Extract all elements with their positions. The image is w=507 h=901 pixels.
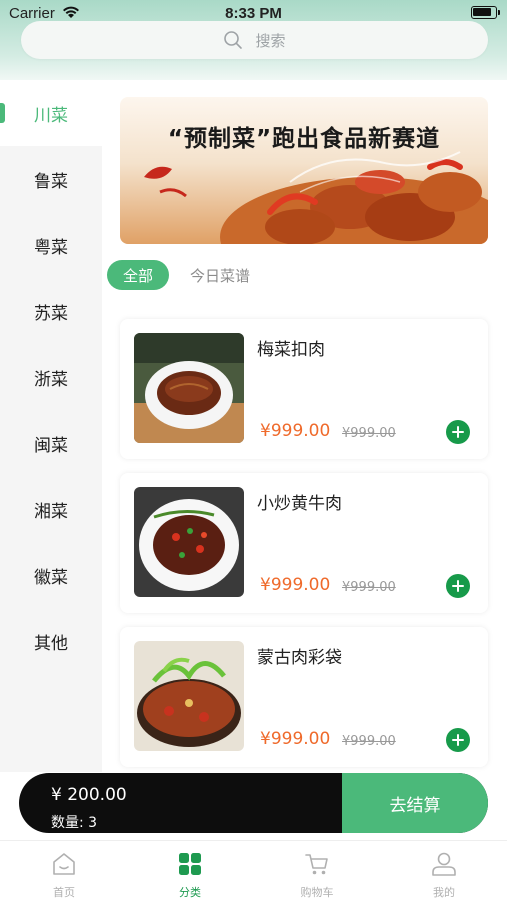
sidebar-item-label: 其他	[34, 633, 68, 654]
tab-label: 首页	[53, 886, 75, 899]
sidebar-item-zhe[interactable]: 浙菜	[0, 344, 102, 410]
product-image	[134, 641, 244, 751]
tab-profile[interactable]: 我的	[381, 841, 507, 901]
home-icon	[53, 853, 75, 875]
sidebar-item-min[interactable]: 闽菜	[0, 410, 102, 476]
sidebar-item-hui[interactable]: 徽菜	[0, 542, 102, 608]
sidebar-item-label: 鲁菜	[34, 171, 68, 192]
sidebar-item-label: 苏菜	[34, 303, 68, 324]
add-to-cart-button[interactable]	[446, 420, 470, 444]
product-card[interactable]: 梅菜扣肉 ¥999.00 ¥999.00	[120, 319, 488, 459]
product-image	[134, 487, 244, 597]
plus-icon	[452, 426, 464, 438]
checkout-bar: ¥ 200.00 数量: 3 去结算	[19, 773, 488, 833]
tab-label: 分类	[179, 886, 201, 899]
sidebar-item-label: 闽菜	[34, 435, 68, 456]
sidebar-item-other[interactable]: 其他	[0, 608, 102, 674]
status-time: 8:33 PM	[225, 5, 282, 22]
header: Carrier 8:33 PM 搜索	[0, 0, 507, 80]
sidebar-item-label: 浙菜	[34, 369, 68, 390]
tab-home[interactable]: 首页	[1, 841, 127, 901]
sidebar-item-label: 湘菜	[34, 501, 68, 522]
tab-label: 我的	[433, 886, 455, 899]
search-input[interactable]: 搜索	[21, 21, 488, 59]
product-old-price: ¥999.00	[342, 426, 396, 441]
product-old-price: ¥999.00	[342, 734, 396, 749]
sidebar-item-xiang[interactable]: 湘菜	[0, 476, 102, 542]
search-icon	[224, 31, 243, 49]
tab-cart[interactable]: 购物车	[254, 841, 380, 901]
cart-total: ¥ 200.00	[51, 785, 127, 805]
sidebar-item-label: 川菜	[34, 105, 68, 126]
battery-icon	[471, 6, 500, 19]
tab-category[interactable]: 分类	[127, 841, 253, 901]
promo-banner[interactable]: “预制菜”跑出食品新赛道	[120, 97, 488, 244]
product-card[interactable]: 蒙古肉彩袋 ¥999.00 ¥999.00	[120, 627, 488, 767]
product-price: ¥999.00	[260, 421, 331, 441]
sidebar-item-chuan[interactable]: 川菜	[0, 80, 102, 146]
sidebar-item-su[interactable]: 苏菜	[0, 278, 102, 344]
add-to-cart-button[interactable]	[446, 728, 470, 752]
bottom-tab-bar: 首页 分类 购物车 我的	[0, 840, 507, 900]
sidebar-item-label: 徽菜	[34, 567, 68, 588]
tab-label: 购物车	[300, 886, 334, 899]
sidebar-item-lu[interactable]: 鲁菜	[0, 146, 102, 212]
banner-title: “预制菜”跑出食品新赛道	[167, 126, 441, 152]
active-indicator	[0, 103, 5, 123]
plus-icon	[452, 580, 464, 592]
cart-icon	[305, 854, 328, 875]
cart-quantity: 数量: 3	[51, 815, 98, 831]
tab-today-recipe[interactable]: 今日菜谱	[190, 265, 250, 286]
add-to-cart-button[interactable]	[446, 574, 470, 598]
product-old-price: ¥999.00	[342, 580, 396, 595]
plus-icon	[452, 734, 464, 746]
product-price: ¥999.00	[260, 729, 331, 749]
product-image	[134, 333, 244, 443]
sidebar-item-yue[interactable]: 粤菜	[0, 212, 102, 278]
search-placeholder: 搜索	[255, 31, 286, 50]
product-name: 蒙古肉彩袋	[257, 648, 342, 668]
product-price: ¥999.00	[260, 575, 331, 595]
checkout-button[interactable]: 去结算	[342, 773, 488, 833]
product-name: 小炒黄牛肉	[257, 494, 342, 514]
product-name: 梅菜扣肉	[257, 340, 325, 360]
sidebar-item-label: 粤菜	[34, 237, 68, 258]
profile-icon	[432, 852, 456, 876]
tab-all[interactable]: 全部	[107, 260, 169, 290]
category-sidebar: 川菜 鲁菜 粤菜 苏菜 浙菜 闽菜 湘菜 徽菜 其他	[0, 80, 102, 772]
category-icon	[179, 853, 201, 875]
product-card[interactable]: 小炒黄牛肉 ¥999.00 ¥999.00	[120, 473, 488, 613]
